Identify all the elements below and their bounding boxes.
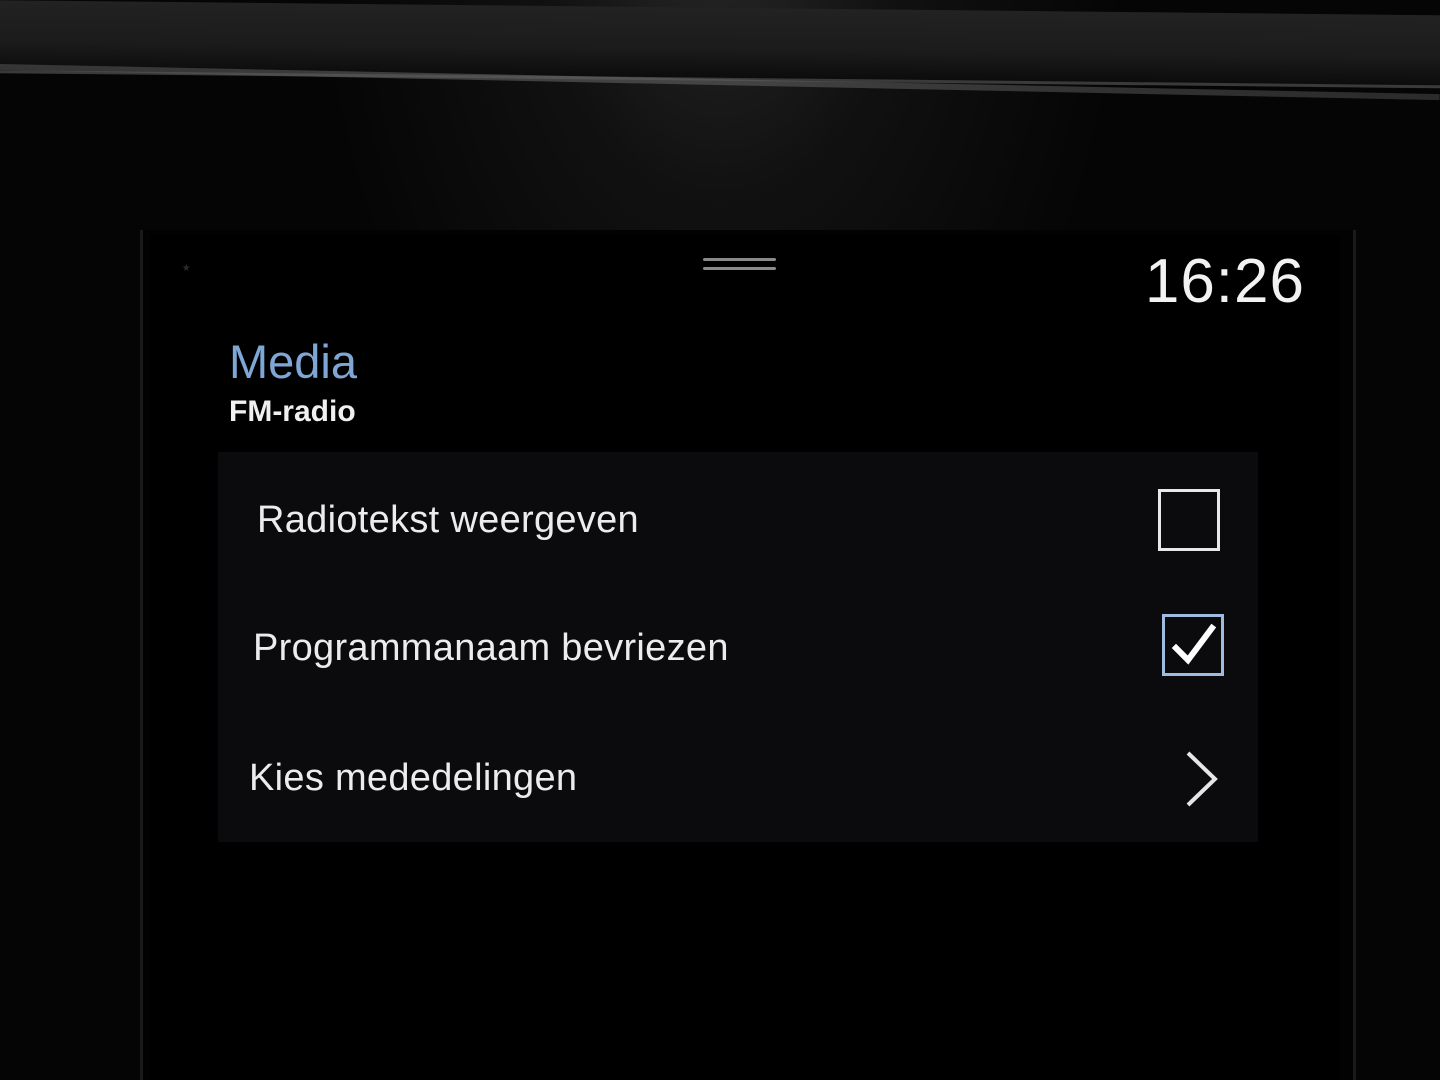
freeze-name-checkbox[interactable] [1162,614,1224,676]
page-title: Media [229,335,358,388]
status-clock: 16:26 [1144,247,1305,316]
setting-row-announcements[interactable]: Kies mededelingen [218,711,1258,839]
settings-list: Radiotekst weergeven Programmanaam bevri… [218,452,1258,842]
chevron-right-icon[interactable] [1182,749,1222,809]
setting-label-announcements: Kies mededelingen [249,757,578,799]
dashboard-trim [0,0,1440,89]
bluetooth-icon: ⋆ [180,257,193,279]
radiotext-checkbox[interactable] [1158,489,1220,551]
drag-handle-icon[interactable] [703,258,776,274]
check-icon [1171,623,1217,665]
setting-row-freeze-name[interactable]: Programmanaam bevriezen [218,583,1258,711]
setting-label-freeze-name: Programmanaam bevriezen [253,627,729,669]
display-bezel: ⋆ 16:26 Media FM-radio Radiotekst weerge… [0,0,1440,1080]
page-subtitle: FM-radio [229,395,356,428]
setting-label-radiotext: Radiotekst weergeven [257,499,639,541]
setting-row-radiotext[interactable]: Radiotekst weergeven [218,455,1258,583]
